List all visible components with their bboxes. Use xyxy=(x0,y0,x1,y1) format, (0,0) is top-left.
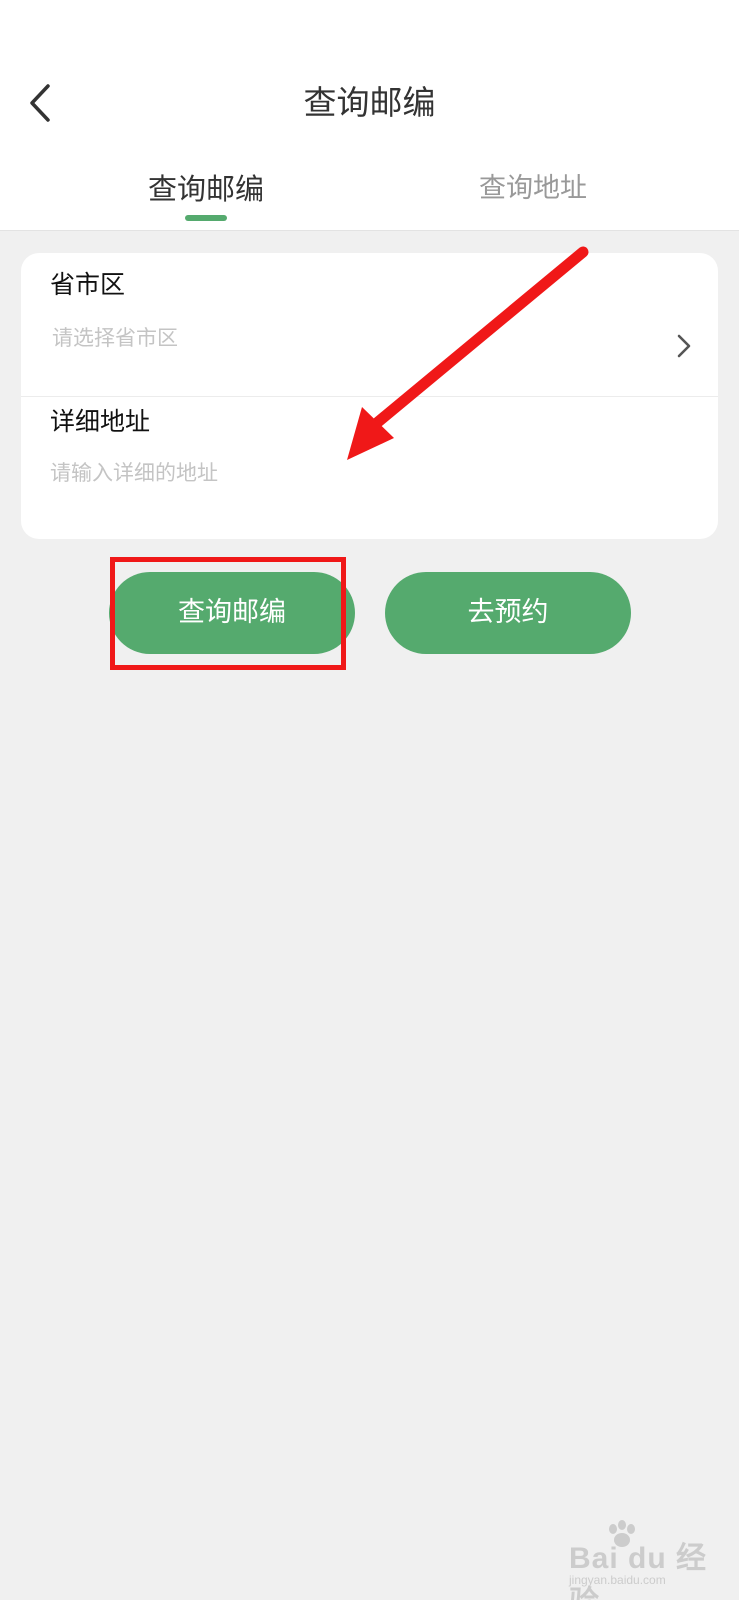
chevron-right-icon xyxy=(677,334,691,358)
region-placeholder: 请选择省市区 xyxy=(52,326,178,350)
tab-query-postcode[interactable]: 查询邮编 xyxy=(106,164,306,214)
active-tab-indicator xyxy=(185,215,227,221)
watermark-url: jingyan.baidu.com xyxy=(569,1573,666,1587)
region-selector[interactable]: 省市区 请选择省市区 xyxy=(21,253,718,396)
field-divider xyxy=(21,396,718,397)
watermark-text: Bai du 经验 xyxy=(569,1542,708,1600)
form-card: 省市区 请选择省市区 详细地址 xyxy=(21,253,718,539)
page: 查询邮编 查询邮编 查询地址 省市区 请选择省市区 详细地址 查询邮编 去预约 … xyxy=(0,0,739,1600)
address-input[interactable] xyxy=(50,455,680,491)
page-title: 查询邮编 xyxy=(303,83,436,122)
header: 查询邮编 查询邮编 查询地址 xyxy=(0,0,739,231)
annotation-highlight-box xyxy=(110,557,346,670)
address-label: 详细地址 xyxy=(50,407,151,436)
watermark-logo: Bai du 经验 jingyan.baidu.com xyxy=(555,1520,725,1600)
region-label: 省市区 xyxy=(50,270,126,299)
book-button[interactable]: 去预约 xyxy=(385,572,631,654)
tab-query-address[interactable]: 查询地址 xyxy=(433,164,633,214)
